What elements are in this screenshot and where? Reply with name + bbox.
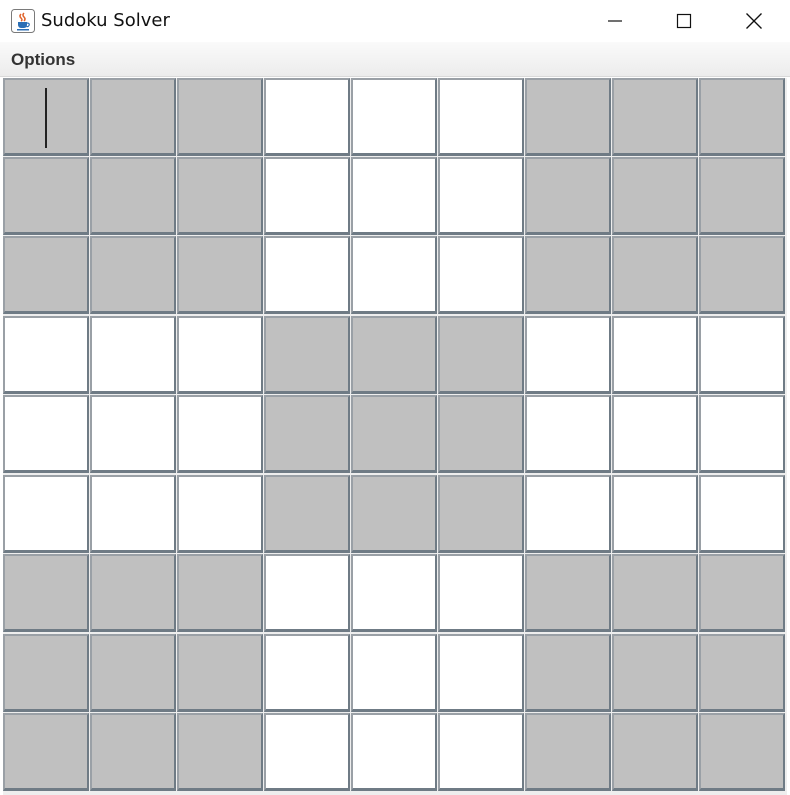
- sudoku-cell[interactable]: [90, 78, 176, 156]
- sudoku-cell[interactable]: [3, 316, 89, 394]
- sudoku-cell[interactable]: [264, 316, 350, 394]
- sudoku-cell[interactable]: [177, 713, 263, 791]
- sudoku-cell[interactable]: [699, 316, 785, 394]
- sudoku-cell[interactable]: [3, 634, 89, 712]
- sudoku-cell[interactable]: [351, 634, 437, 712]
- sudoku-cell[interactable]: [612, 157, 698, 235]
- sudoku-cell[interactable]: [438, 475, 524, 553]
- sudoku-cell[interactable]: [3, 157, 89, 235]
- sudoku-cell[interactable]: [264, 157, 350, 235]
- sudoku-cell[interactable]: [351, 395, 437, 473]
- sudoku-cell[interactable]: [177, 554, 263, 632]
- maximize-icon: [676, 13, 692, 29]
- sudoku-cell[interactable]: [90, 316, 176, 394]
- sudoku-cell[interactable]: [90, 395, 176, 473]
- sudoku-cell[interactable]: [351, 713, 437, 791]
- sudoku-cell[interactable]: [177, 395, 263, 473]
- sudoku-cell[interactable]: [177, 78, 263, 156]
- sudoku-cell[interactable]: [612, 316, 698, 394]
- sudoku-cell[interactable]: [351, 157, 437, 235]
- sudoku-cell[interactable]: [264, 713, 350, 791]
- sudoku-cell[interactable]: [351, 475, 437, 553]
- text-caret: [45, 88, 47, 148]
- sudoku-cell[interactable]: [525, 634, 611, 712]
- sudoku-cell[interactable]: [612, 236, 698, 314]
- menu-options[interactable]: Options: [4, 47, 82, 73]
- sudoku-cell[interactable]: [525, 713, 611, 791]
- sudoku-cell[interactable]: [264, 78, 350, 156]
- sudoku-cell[interactable]: [612, 713, 698, 791]
- sudoku-cell[interactable]: [351, 78, 437, 156]
- sudoku-cell[interactable]: [351, 316, 437, 394]
- sudoku-cell[interactable]: [90, 713, 176, 791]
- title-bar[interactable]: Sudoku Solver: [0, 0, 790, 42]
- sudoku-cell[interactable]: [3, 236, 89, 314]
- sudoku-cell[interactable]: [438, 157, 524, 235]
- sudoku-cell[interactable]: [525, 78, 611, 156]
- sudoku-cell[interactable]: [438, 395, 524, 473]
- sudoku-cell[interactable]: [3, 395, 89, 473]
- sudoku-cell[interactable]: [264, 634, 350, 712]
- sudoku-cell[interactable]: [612, 78, 698, 156]
- sudoku-cell[interactable]: [699, 475, 785, 553]
- sudoku-cell[interactable]: [612, 395, 698, 473]
- close-icon: [746, 13, 762, 29]
- sudoku-cell[interactable]: [525, 157, 611, 235]
- sudoku-cell[interactable]: [699, 554, 785, 632]
- sudoku-cell[interactable]: [438, 713, 524, 791]
- sudoku-cell[interactable]: [438, 236, 524, 314]
- minimize-icon: [608, 20, 622, 22]
- sudoku-cell[interactable]: [525, 236, 611, 314]
- app-window: Sudoku Solver Options: [0, 0, 790, 795]
- sudoku-cell[interactable]: [438, 78, 524, 156]
- java-cup-icon: [11, 9, 35, 33]
- sudoku-cell[interactable]: [264, 475, 350, 553]
- sudoku-cell[interactable]: [90, 475, 176, 553]
- sudoku-cell[interactable]: [177, 157, 263, 235]
- sudoku-cell[interactable]: [177, 475, 263, 553]
- sudoku-cell[interactable]: [525, 316, 611, 394]
- sudoku-cell[interactable]: [90, 157, 176, 235]
- sudoku-cell[interactable]: [351, 236, 437, 314]
- window-title: Sudoku Solver: [41, 10, 170, 31]
- sudoku-cell[interactable]: [699, 157, 785, 235]
- sudoku-cell[interactable]: [699, 395, 785, 473]
- sudoku-cell[interactable]: [3, 554, 89, 632]
- sudoku-cell[interactable]: [612, 475, 698, 553]
- sudoku-cell[interactable]: [264, 554, 350, 632]
- sudoku-cell[interactable]: [699, 78, 785, 156]
- sudoku-cell[interactable]: [90, 634, 176, 712]
- sudoku-cell[interactable]: [177, 236, 263, 314]
- sudoku-cell[interactable]: [438, 554, 524, 632]
- sudoku-cell[interactable]: [177, 316, 263, 394]
- sudoku-cell[interactable]: [699, 236, 785, 314]
- sudoku-cell[interactable]: [438, 634, 524, 712]
- sudoku-cell[interactable]: [351, 554, 437, 632]
- sudoku-cell[interactable]: [525, 554, 611, 632]
- sudoku-cell[interactable]: [438, 316, 524, 394]
- sudoku-cell[interactable]: [525, 475, 611, 553]
- sudoku-cell[interactable]: [264, 395, 350, 473]
- sudoku-board: [3, 78, 787, 795]
- sudoku-cell[interactable]: [525, 395, 611, 473]
- sudoku-cell[interactable]: [3, 78, 89, 156]
- sudoku-cell[interactable]: [264, 236, 350, 314]
- close-button[interactable]: [719, 0, 789, 42]
- menu-bar: Options: [0, 42, 790, 77]
- sudoku-cell[interactable]: [699, 713, 785, 791]
- sudoku-cell[interactable]: [177, 634, 263, 712]
- sudoku-cell[interactable]: [612, 634, 698, 712]
- sudoku-cell[interactable]: [612, 554, 698, 632]
- maximize-button[interactable]: [649, 0, 719, 42]
- sudoku-cell[interactable]: [3, 475, 89, 553]
- sudoku-cell[interactable]: [699, 634, 785, 712]
- sudoku-cell[interactable]: [90, 236, 176, 314]
- sudoku-cell[interactable]: [90, 554, 176, 632]
- sudoku-cell[interactable]: [3, 713, 89, 791]
- minimize-button[interactable]: [580, 0, 650, 42]
